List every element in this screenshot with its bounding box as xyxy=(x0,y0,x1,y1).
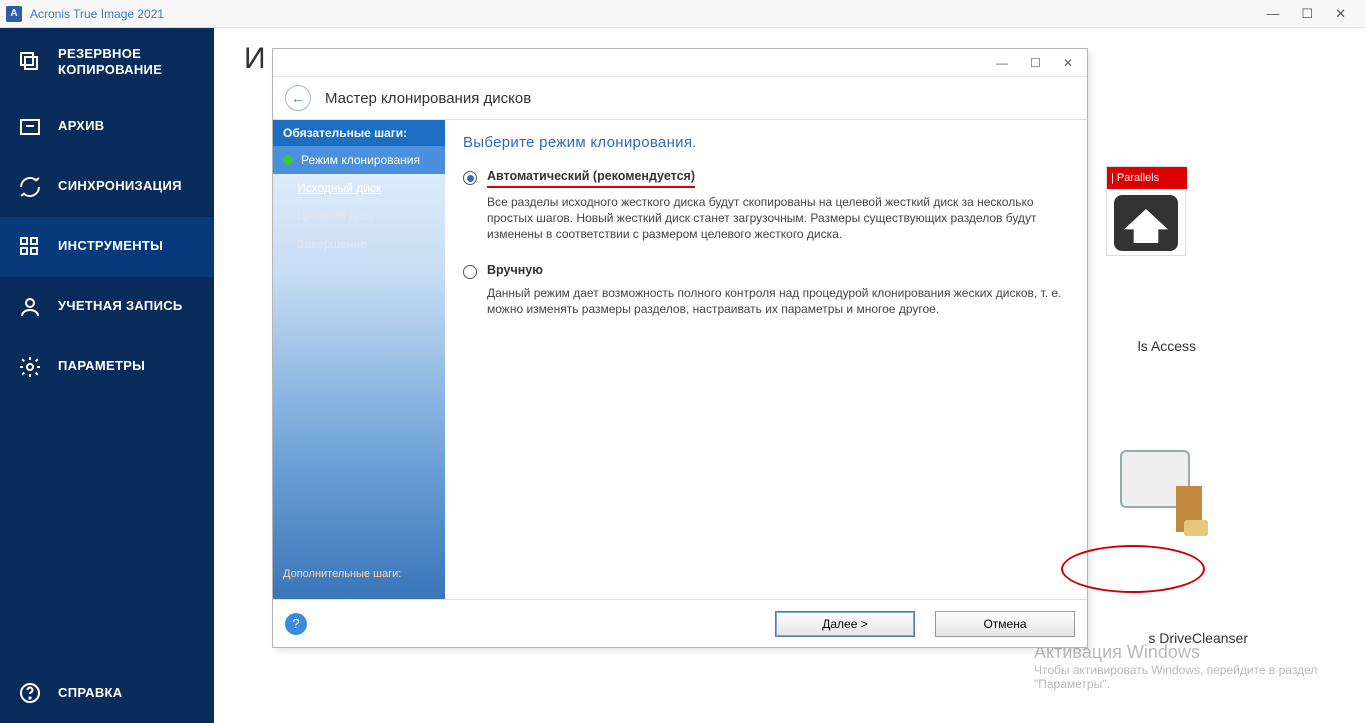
sidebar-item-backup[interactable]: РЕЗЕРВНОЕ КОПИРОВАНИЕ xyxy=(0,28,214,97)
parallels-tile[interactable]: | Parallels xyxy=(1106,166,1186,256)
gear-icon xyxy=(18,355,42,379)
wizard-main: Выберите режим клонирования. Автоматичес… xyxy=(445,120,1087,599)
parallels-access-label: ls Access xyxy=(1138,338,1196,354)
sidebar-item-settings[interactable]: ПАРАМЕТРЫ xyxy=(0,337,214,397)
parallels-badge: | Parallels xyxy=(1107,167,1187,189)
sidebar-item-label: АРХИВ xyxy=(58,118,104,134)
dialog-close-icon[interactable]: ✕ xyxy=(1063,56,1073,70)
clone-wizard-dialog: — ☐ ✕ ← Мастер клонирования дисков Обяза… xyxy=(272,48,1088,648)
sidebar-item-help[interactable]: СПРАВКА xyxy=(0,663,214,723)
sidebar-item-tools[interactable]: ИНСТРУМЕНТЫ xyxy=(0,217,214,277)
dialog-titlebar: — ☐ ✕ xyxy=(273,49,1087,77)
wizard-step-label: Исходный диск xyxy=(297,181,381,195)
sidebar-item-label: УЧЕТНАЯ ЗАПИСЬ xyxy=(58,298,183,314)
bullet-icon xyxy=(283,241,289,247)
dialog-footer: ? Далее > Отмена xyxy=(273,599,1087,647)
maximize-icon[interactable]: ☐ xyxy=(1301,6,1313,22)
radio-automatic[interactable] xyxy=(463,171,477,185)
wizard-steps-header: Обязательные шаги: xyxy=(273,120,445,146)
drivecleanser-icon[interactable] xyxy=(1120,450,1196,526)
wizard-step-label: Целевой диск xyxy=(297,209,374,223)
sidebar-item-label: ИНСТРУМЕНТЫ xyxy=(58,238,163,254)
cancel-button[interactable]: Отмена xyxy=(935,611,1075,637)
radio-manual[interactable] xyxy=(463,265,477,279)
option-manual-description: Данный режим дает возможность полного ко… xyxy=(487,285,1069,317)
backup-icon xyxy=(18,50,42,74)
option-automatic-description: Все разделы исходного жесткого диска буд… xyxy=(487,194,1069,243)
wizard-optional-header: Дополнительные шаги: xyxy=(273,568,445,580)
bullet-icon xyxy=(283,213,289,219)
app-titlebar: A Acronis True Image 2021 — ☐ ✕ xyxy=(0,0,1366,28)
wizard-step-target: Целевой диск xyxy=(273,202,445,230)
sidebar-item-label: СИНХРОНИЗАЦИЯ xyxy=(58,178,182,194)
sidebar: РЕЗЕРВНОЕ КОПИРОВАНИЕ АРХИВ СИНХРОНИЗАЦИ… xyxy=(0,28,214,723)
account-icon xyxy=(18,295,42,319)
wizard-step-finish: Завершение xyxy=(273,230,445,258)
sidebar-item-sync[interactable]: СИНХРОНИЗАЦИЯ xyxy=(0,157,214,217)
option-automatic-label: Автоматический (рекомендуется) xyxy=(487,169,695,188)
dialog-maximize-icon[interactable]: ☐ xyxy=(1030,56,1041,70)
arrow-icon xyxy=(283,155,293,165)
help-icon xyxy=(18,681,42,705)
parallels-cloud-icon xyxy=(1114,195,1178,251)
minimize-icon[interactable]: — xyxy=(1266,6,1279,22)
back-button[interactable]: ← xyxy=(285,85,311,111)
sync-icon xyxy=(18,175,42,199)
activation-subtitle: Чтобы активировать Windows, перейдите в … xyxy=(1034,663,1324,691)
dialog-header: ← Мастер клонирования дисков xyxy=(273,77,1087,120)
sidebar-item-archive[interactable]: АРХИВ xyxy=(0,97,214,157)
dialog-minimize-icon[interactable]: — xyxy=(996,56,1008,70)
wizard-page-title: Выберите режим клонирования. xyxy=(463,134,1069,151)
app-title: Acronis True Image 2021 xyxy=(30,7,164,21)
sidebar-item-label: СПРАВКА xyxy=(58,685,122,701)
next-button[interactable]: Далее > xyxy=(775,611,915,637)
sidebar-item-account[interactable]: УЧЕТНАЯ ЗАПИСЬ xyxy=(0,277,214,337)
dialog-title: Мастер клонирования дисков xyxy=(325,90,531,107)
option-manual-label: Вручную xyxy=(487,263,543,277)
wizard-step-mode[interactable]: Режим клонирования xyxy=(273,146,445,174)
archive-icon xyxy=(18,115,42,139)
close-icon[interactable]: ✕ xyxy=(1335,6,1346,22)
dialog-help-icon[interactable]: ? xyxy=(285,613,307,635)
option-manual[interactable]: Вручную xyxy=(463,263,1069,279)
wizard-step-label: Завершение xyxy=(297,237,367,251)
wizard-step-label: Режим клонирования xyxy=(301,153,420,167)
windows-activation-watermark: Активация Windows Чтобы активировать Win… xyxy=(1034,642,1324,691)
option-automatic[interactable]: Автоматический (рекомендуется) xyxy=(463,169,1069,188)
wizard-step-source[interactable]: Исходный диск xyxy=(273,174,445,202)
app-icon: A xyxy=(6,6,22,22)
bullet-icon xyxy=(283,185,289,191)
sidebar-item-label: РЕЗЕРВНОЕ КОПИРОВАНИЕ xyxy=(58,46,196,79)
wizard-sidebar: Обязательные шаги: Режим клонирования Ис… xyxy=(273,120,445,599)
sidebar-item-label: ПАРАМЕТРЫ xyxy=(58,358,145,374)
tools-icon xyxy=(18,235,42,259)
